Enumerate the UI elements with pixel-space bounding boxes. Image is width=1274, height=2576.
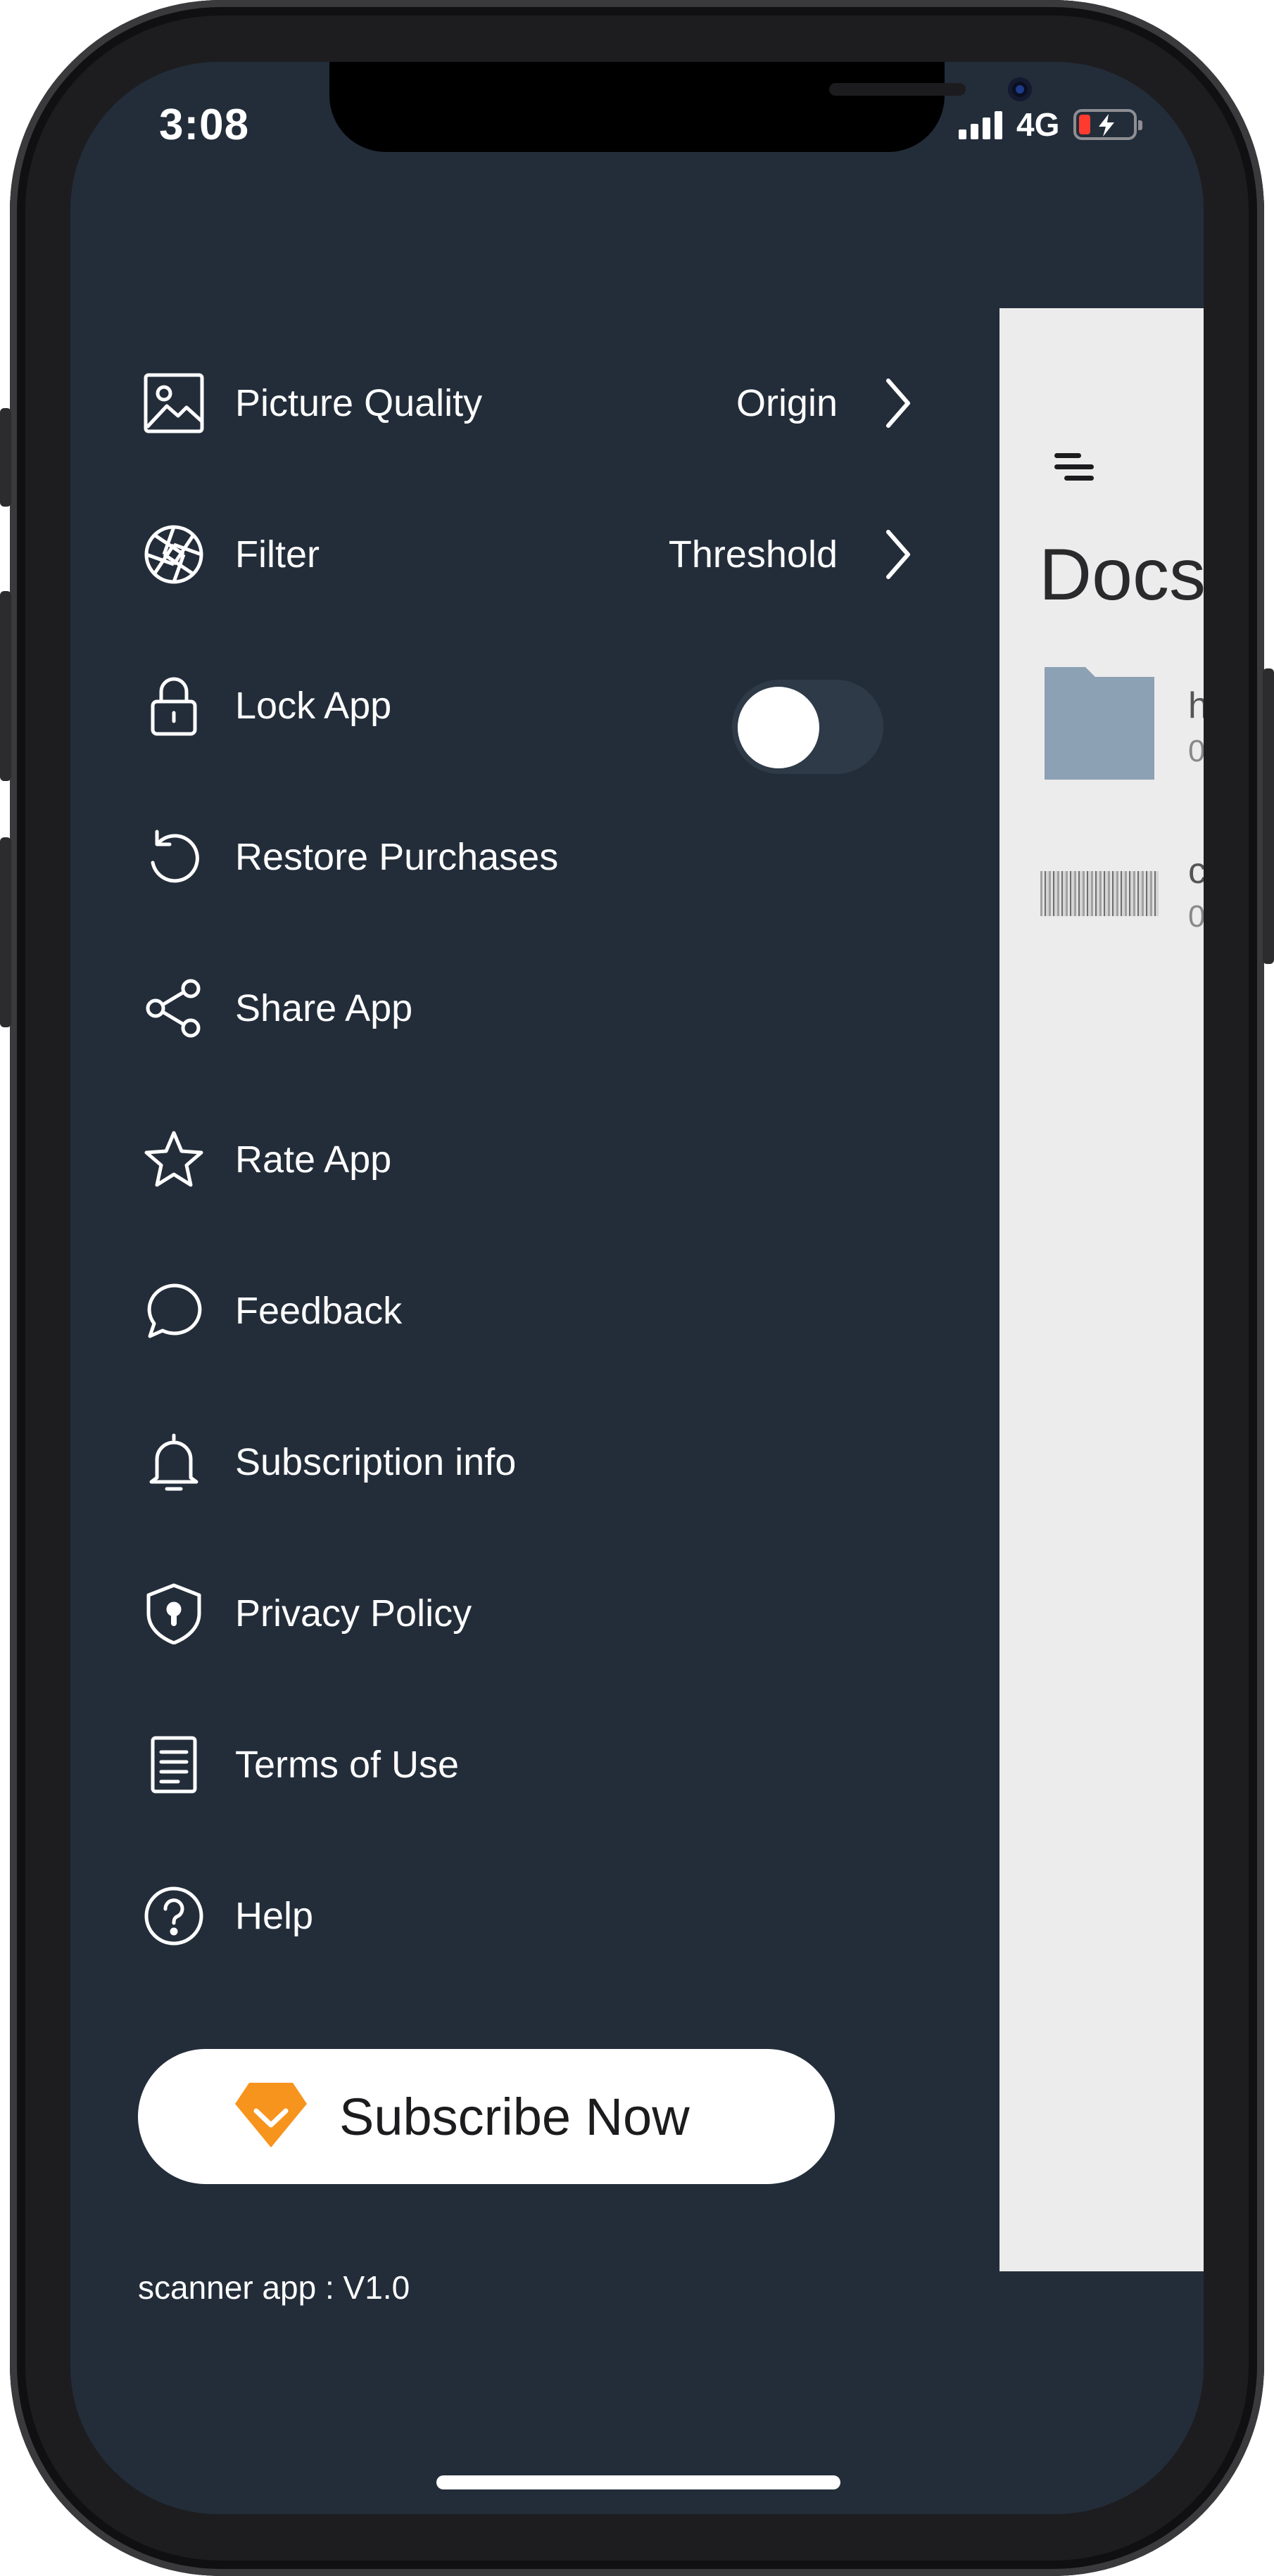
subscribe-now-button[interactable]: Subscribe Now	[138, 2049, 835, 2184]
filter-value: Threshold	[668, 533, 838, 576]
power-button	[1263, 668, 1274, 964]
menu-item-lock-app: Lock App	[70, 653, 985, 774]
chevron-right-icon	[886, 379, 910, 428]
menu-item-label: Lock App	[235, 685, 392, 727]
menu-item-label: Restore Purchases	[235, 836, 559, 878]
share-icon	[142, 977, 206, 1040]
notch	[329, 62, 1032, 152]
picture-quality-value: Origin	[736, 382, 838, 424]
lock-app-toggle[interactable]	[732, 680, 883, 774]
app-version: scanner app : V1.0	[138, 2269, 410, 2306]
chevron-right-icon	[886, 530, 910, 579]
subscribe-label: Subscribe Now	[339, 2087, 690, 2146]
restore-icon	[142, 825, 206, 889]
menu-item-label: Terms of Use	[235, 1744, 460, 1786]
background-docs-screen: Docs h 0 c 0	[999, 308, 1204, 2271]
volume-up-button	[0, 591, 11, 781]
menu-item-label: Help	[235, 1895, 314, 1937]
menu-item-filter[interactable]: Filter Threshold	[70, 502, 985, 607]
help-circle-icon	[142, 1884, 206, 1948]
front-camera	[1008, 77, 1032, 101]
menu-item-label: Rate App	[235, 1138, 392, 1181]
menu-item-share-app[interactable]: Share App	[70, 956, 985, 1061]
status-indicators: 4G	[959, 106, 1143, 143]
menu-item-feedback[interactable]: Feedback	[70, 1258, 985, 1364]
menu-item-privacy-policy[interactable]: Privacy Policy	[70, 1561, 985, 1666]
folder-name: h	[1188, 685, 1204, 726]
folder-icon[interactable]	[1043, 660, 1156, 780]
lock-icon	[142, 674, 206, 737]
menu-item-help[interactable]: Help	[70, 1863, 985, 1969]
docs-title: Docs	[1039, 534, 1204, 616]
battery-icon	[1073, 109, 1143, 140]
menu-item-label: Picture Quality	[235, 382, 483, 424]
shield-lock-icon	[142, 1582, 206, 1645]
menu-lines-icon[interactable]	[1053, 446, 1095, 488]
toggle-knob	[738, 687, 819, 768]
menu-item-label: Filter	[235, 533, 320, 576]
menu-item-label: Privacy Policy	[235, 1592, 472, 1635]
status-time: 3:08	[159, 101, 250, 149]
network-type: 4G	[1016, 106, 1060, 143]
document-name: c	[1188, 851, 1204, 892]
document-icon	[142, 1733, 206, 1796]
document-meta: 0	[1188, 899, 1204, 934]
aperture-icon	[142, 523, 206, 586]
menu-item-picture-quality[interactable]: Picture Quality Origin	[70, 350, 985, 456]
earpiece-speaker	[829, 83, 966, 96]
bell-icon	[142, 1430, 206, 1494]
folder-meta: 0	[1188, 734, 1204, 768]
diamond-icon	[235, 2083, 307, 2147]
document-thumbnail[interactable]	[1040, 871, 1159, 916]
charging-bolt-icon	[1099, 114, 1115, 137]
menu-item-subscription-info[interactable]: Subscription info	[70, 1409, 985, 1515]
volume-down-button	[0, 837, 11, 1027]
cellular-signal-icon	[959, 110, 1002, 139]
menu-item-terms-of-use[interactable]: Terms of Use	[70, 1712, 985, 1817]
menu-item-rate-app[interactable]: Rate App	[70, 1107, 985, 1212]
menu-item-label: Share App	[235, 987, 413, 1029]
screen: Docs h 0 c 0 3:08 4G Picture Quality Ori…	[70, 62, 1204, 2514]
menu-item-label: Feedback	[235, 1290, 403, 1332]
star-icon	[142, 1128, 206, 1191]
chat-bubble-icon	[142, 1279, 206, 1343]
menu-item-label: Subscription info	[235, 1441, 517, 1483]
silent-switch	[0, 408, 11, 507]
menu-item-restore-purchases[interactable]: Restore Purchases	[70, 804, 985, 910]
image-icon	[142, 372, 206, 435]
home-indicator[interactable]	[436, 2475, 840, 2489]
